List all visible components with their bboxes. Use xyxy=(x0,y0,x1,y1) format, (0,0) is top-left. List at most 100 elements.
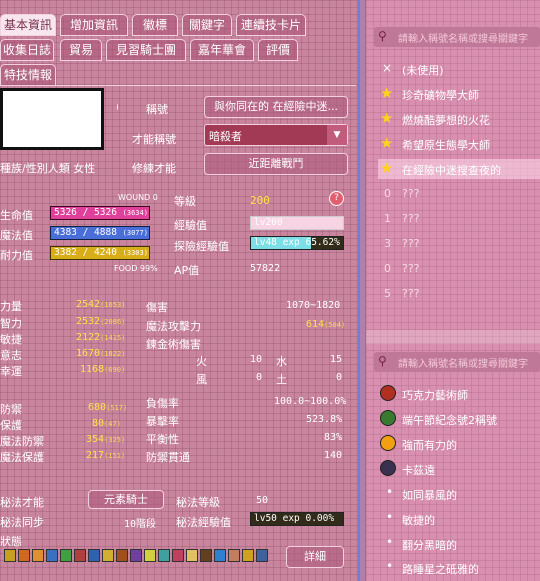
status-effect-icon[interactable] xyxy=(102,549,114,562)
status-effect-icon[interactable] xyxy=(186,549,198,562)
title-item-label: 燃燒酷夢想的火花 xyxy=(402,114,490,127)
title-item-selected[interactable]: ★ 在經險中迷搜查夜的 xyxy=(378,159,540,179)
bullet-icon: • xyxy=(386,535,394,549)
search-icon: ⚲ xyxy=(378,29,387,43)
hp-small: (3634) xyxy=(122,209,148,217)
help-icon[interactable]: ? xyxy=(329,191,344,206)
title-select-button[interactable]: 與你同在的 在經險中迷... xyxy=(204,96,348,118)
status-effect-icon[interactable] xyxy=(74,549,86,562)
tab-carnival[interactable]: 嘉年華會 xyxy=(190,39,254,61)
will-value: 1670(1822) xyxy=(76,348,126,359)
tab-extra-info[interactable]: 增加資訊 xyxy=(60,14,128,36)
title-item-locked[interactable]: 3 ??? xyxy=(378,234,540,254)
title-item[interactable]: • 路睡星之砥雅的 xyxy=(378,558,540,578)
title-item-label: 路睡星之砥雅的 xyxy=(402,563,479,576)
balance-value: 83% xyxy=(324,432,343,443)
defense-value: 680(517) xyxy=(88,402,128,413)
status-effect-icon[interactable] xyxy=(214,549,226,562)
will-label: 意志 xyxy=(0,349,22,362)
title-item[interactable]: • 如同暴風的 xyxy=(378,484,540,504)
status-effect-icon[interactable] xyxy=(4,549,16,562)
status-effect-icon[interactable] xyxy=(242,549,254,562)
title-item[interactable]: • 翻分黑暗的 xyxy=(378,534,540,554)
status-effect-icon[interactable] xyxy=(116,549,128,562)
race-gender-line: 種族/性別人類 女性 xyxy=(0,162,96,175)
sp-small: (3303) xyxy=(122,249,148,257)
tabs-underline xyxy=(0,85,356,86)
title-item-label: ??? xyxy=(402,237,420,250)
armor-pierce-value: 140 xyxy=(324,450,343,461)
crit-rate-value: 523.8% xyxy=(306,414,343,425)
damage-label: 傷害 xyxy=(146,301,168,314)
exp-label: 經驗值 xyxy=(174,219,207,232)
secret-exp-label: 秘法經驗值 xyxy=(176,516,231,529)
magic-attack-value: 614(504) xyxy=(306,319,346,330)
detail-button[interactable]: 詳細 xyxy=(286,546,344,568)
title-item-locked[interactable]: 5 ??? xyxy=(378,284,540,304)
int-label: 智力 xyxy=(0,317,22,330)
status-effect-icon[interactable] xyxy=(172,549,184,562)
tab-basic-info[interactable]: 基本資訊 xyxy=(0,14,56,36)
secret-talent-label: 秘法才能 xyxy=(0,496,44,509)
status-effect-icon[interactable] xyxy=(32,549,44,562)
star-icon: ★ xyxy=(380,134,394,152)
mp-value: 4383 / 4888 xyxy=(54,227,117,238)
title-item[interactable]: ★ 希望原生態學大師 xyxy=(378,134,540,154)
title-item-locked[interactable]: 0 ??? xyxy=(378,259,540,279)
tab-emblem[interactable]: 徽標 xyxy=(132,14,178,36)
status-effect-icon[interactable] xyxy=(200,549,212,562)
title-item[interactable]: 巧克力藝術師 xyxy=(378,384,540,404)
strength-icon xyxy=(380,435,396,451)
water-label: 水 xyxy=(276,355,287,368)
status-effect-icon[interactable] xyxy=(18,549,30,562)
title-item-label: 希望原生態學大師 xyxy=(402,139,490,152)
title-search-input[interactable]: ⚲ 請輸入稱號名稱或搜尋關鍵字 xyxy=(374,27,540,47)
title-item[interactable]: 端午節紀念號2稱號 xyxy=(378,409,540,429)
status-effect-icon[interactable] xyxy=(46,549,58,562)
tab-evaluation[interactable]: 評價 xyxy=(258,39,298,61)
status-effect-icon[interactable] xyxy=(228,549,240,562)
protection-label: 保護 xyxy=(0,419,22,432)
status-effect-icon[interactable] xyxy=(158,549,170,562)
title-item-number: 1 xyxy=(384,212,391,225)
talent-title-dropdown[interactable]: 暗殺者 ▼ xyxy=(204,124,348,146)
title-item-locked[interactable]: 1 ??? xyxy=(378,209,540,229)
adventure-exp-label: 探險經驗值 xyxy=(174,240,229,253)
chocolate-icon xyxy=(380,385,396,401)
mp-label: 魔法值 xyxy=(0,229,33,242)
status-effect-icon[interactable] xyxy=(88,549,100,562)
level-label: 等級 xyxy=(174,195,196,208)
title-search-input-2[interactable]: ⚲ 請輸入稱號名稱或搜尋關鍵字 xyxy=(374,352,540,372)
secret-sync-value: 10階段 xyxy=(124,519,157,530)
title-item[interactable]: 卡茲遠 xyxy=(378,459,540,479)
wound-text: WOUND 0 xyxy=(118,193,158,202)
status-effect-icon[interactable] xyxy=(144,549,156,562)
title-item[interactable]: ★ 珍奇礦物學大師 xyxy=(378,84,540,104)
character-portrait xyxy=(0,88,104,150)
title-item-locked[interactable]: 0 ??? xyxy=(378,184,540,204)
title-item-number: 3 xyxy=(384,237,391,250)
title-item-label: ??? xyxy=(402,187,420,200)
tab-trade[interactable]: 貿易 xyxy=(60,39,102,61)
title-item-unused[interactable]: × (未使用) xyxy=(378,59,540,79)
mastery-button[interactable]: 近距離戰鬥 xyxy=(204,153,348,175)
title-item[interactable]: • 敏捷的 xyxy=(378,509,540,529)
tab-knights[interactable]: 見習騎士團 xyxy=(106,39,186,61)
tab-chain-card[interactable]: 連續技卡片 xyxy=(236,14,306,36)
secret-level-label: 秘法等級 xyxy=(176,496,220,509)
title-item-label: ??? xyxy=(402,262,420,275)
title-item-label: 端午節紀念號2稱號 xyxy=(402,414,497,427)
status-effect-icon[interactable] xyxy=(60,549,72,562)
secret-talent-button[interactable]: 元素騎士 xyxy=(88,490,164,509)
pane-divider[interactable] xyxy=(358,0,366,581)
luck-value: 1168(690) xyxy=(80,364,126,375)
tab-special-skill[interactable]: 特技情報 xyxy=(0,64,56,86)
title-item[interactable]: ★ 燃燒酷夢想的火花 xyxy=(378,109,540,129)
sp-value: 3382 / 4240 xyxy=(54,247,117,258)
status-effect-icon[interactable] xyxy=(256,549,268,562)
title-item[interactable]: 強而有力的 xyxy=(378,434,540,454)
ap-value: 57822 xyxy=(250,263,281,274)
tab-collection-log[interactable]: 收集日誌 xyxy=(0,39,54,61)
status-effect-icon[interactable] xyxy=(130,549,142,562)
tab-keyword[interactable]: 關鍵字 xyxy=(182,14,232,36)
